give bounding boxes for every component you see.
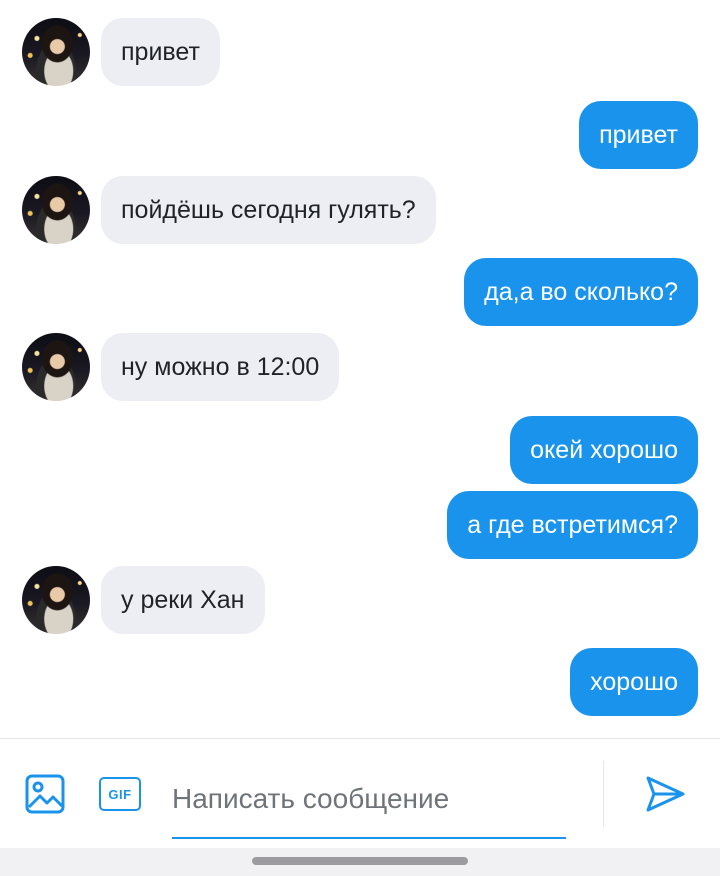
incoming-message[interactable]: у реки Хан xyxy=(101,566,265,634)
attach-image-button[interactable] xyxy=(24,773,66,815)
outgoing-message[interactable]: окей хорошо xyxy=(510,416,698,484)
send-icon xyxy=(646,776,685,812)
home-gesture-handle[interactable] xyxy=(252,857,468,865)
contact-avatar[interactable] xyxy=(22,18,90,86)
send-button[interactable] xyxy=(640,769,690,819)
incoming-message[interactable]: ну можно в 12:00 xyxy=(101,333,340,401)
system-navigation-bar xyxy=(0,848,720,876)
outgoing-message[interactable]: хорошо xyxy=(570,648,698,716)
incoming-message[interactable]: привет xyxy=(101,18,220,86)
contact-avatar[interactable] xyxy=(22,176,90,244)
incoming-message[interactable]: пойдёшь сегодня гулять? xyxy=(101,176,436,244)
message-composer: GIF xyxy=(0,738,720,848)
composer-divider xyxy=(603,761,604,827)
outgoing-message[interactable]: а где встретимся? xyxy=(447,491,698,559)
gif-button[interactable]: GIF xyxy=(98,775,142,813)
message-input[interactable] xyxy=(172,761,566,839)
gif-icon: GIF xyxy=(99,777,141,811)
contact-avatar[interactable] xyxy=(22,566,90,634)
outgoing-message[interactable]: да,а во сколько? xyxy=(464,258,698,326)
contact-avatar[interactable] xyxy=(22,333,90,401)
message-thread: привет привет пойдёшь сегодня гулять? да… xyxy=(0,0,720,738)
outgoing-message[interactable]: привет xyxy=(579,101,698,169)
image-icon xyxy=(25,774,65,814)
